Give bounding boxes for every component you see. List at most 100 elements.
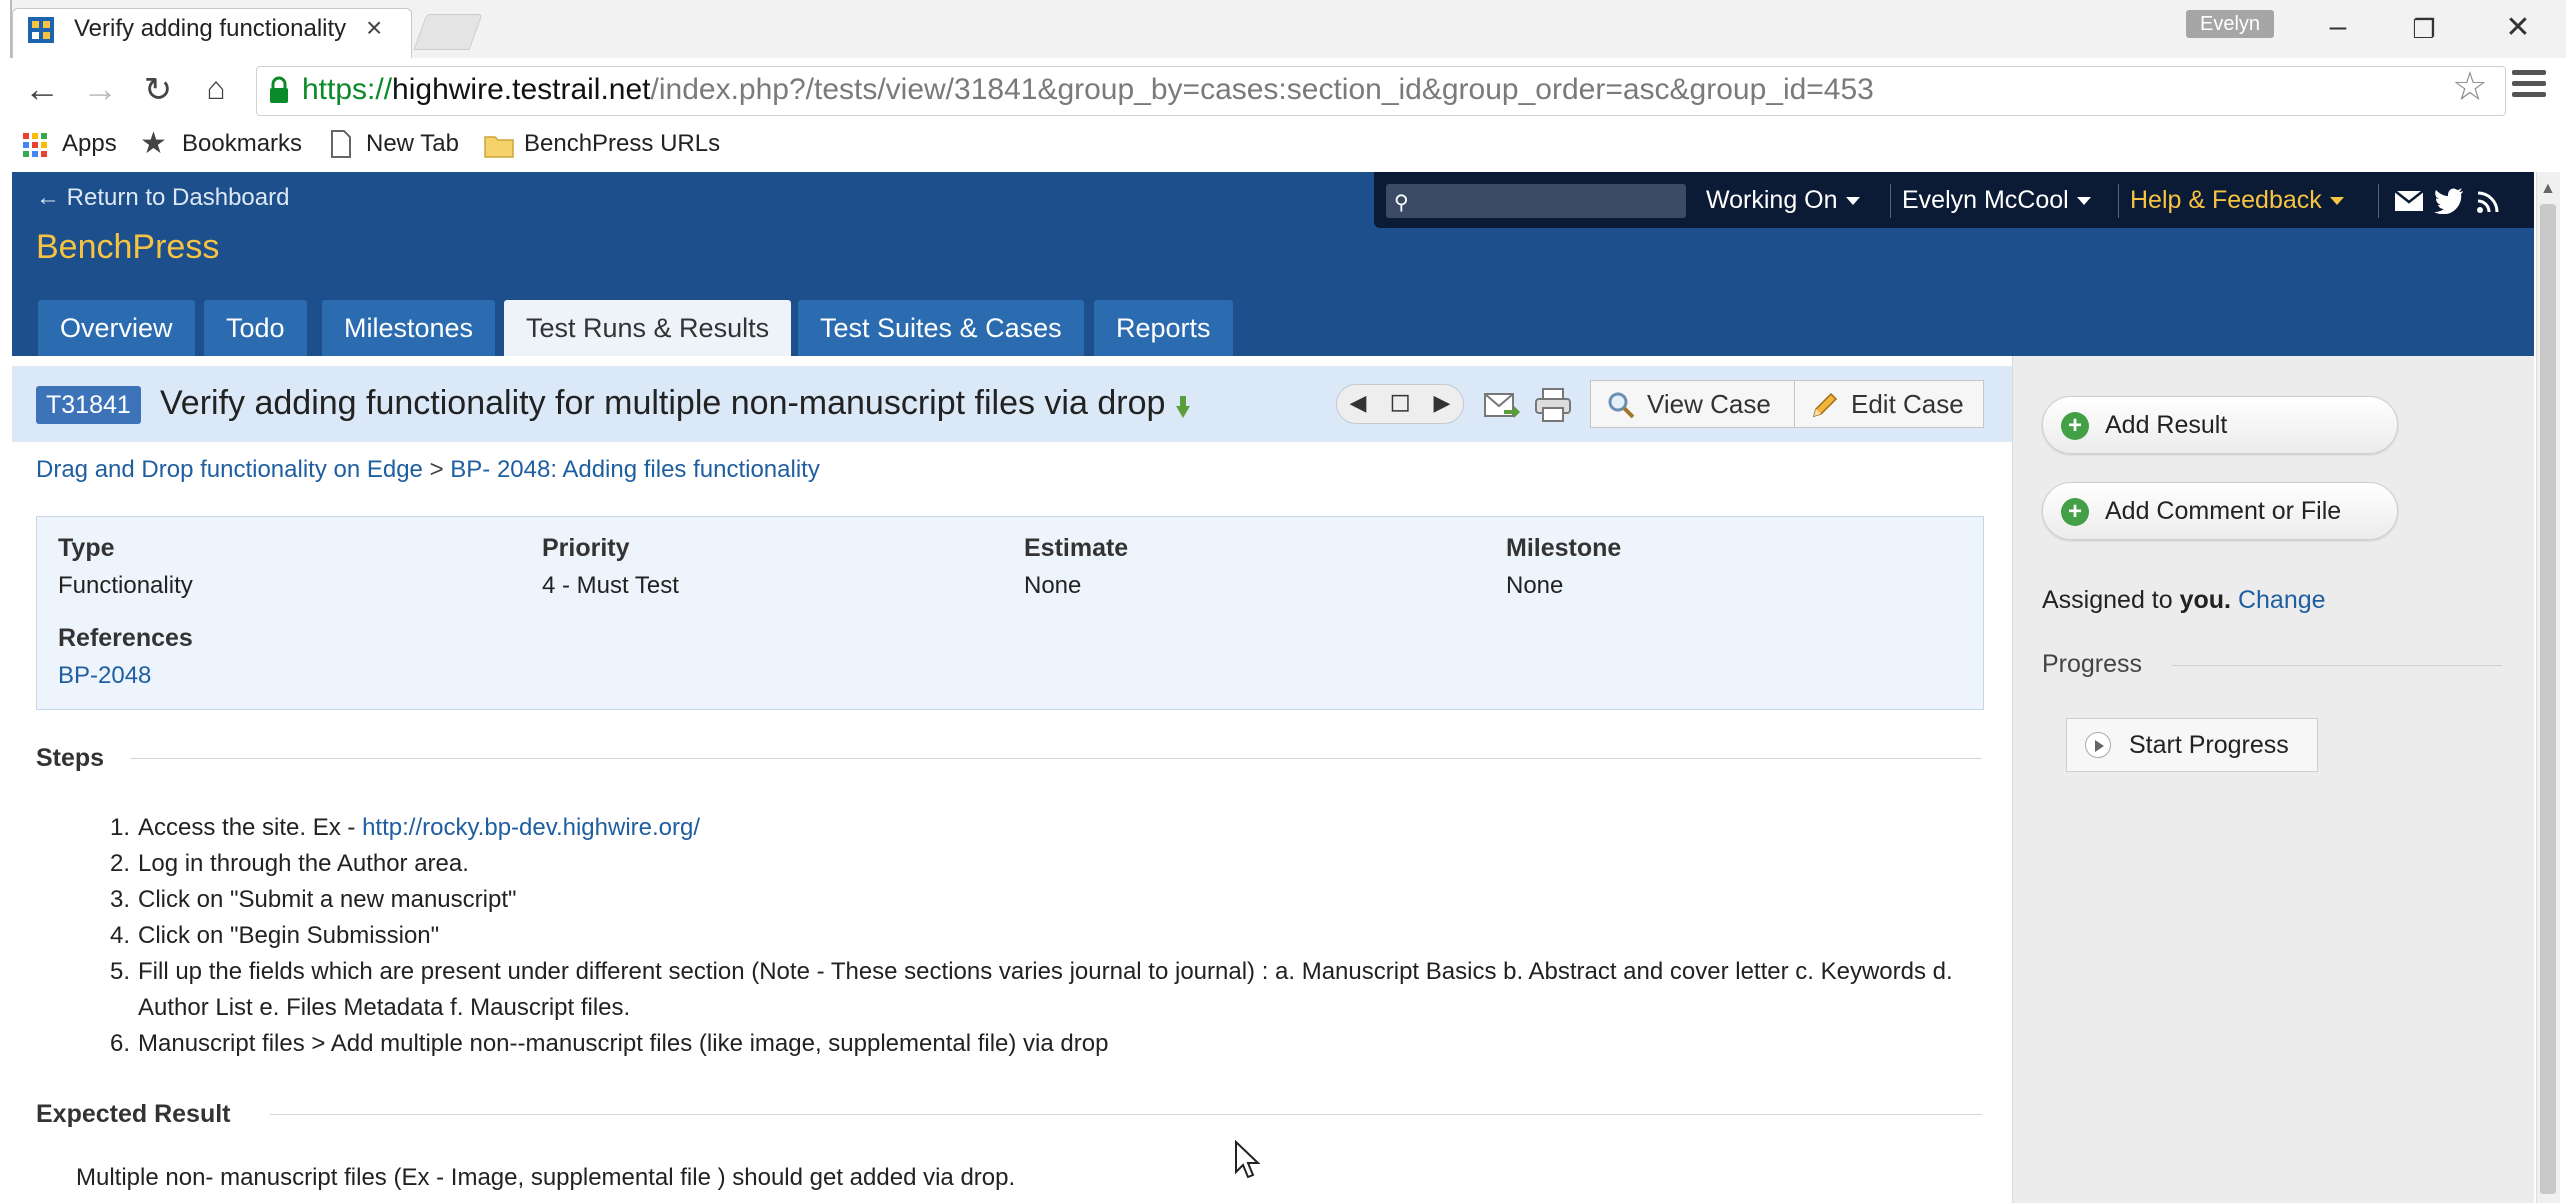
url-host: highwire.testrail.net — [392, 73, 651, 106]
return-to-dashboard-link[interactable]: ← Return to Dashboard — [36, 184, 289, 212]
browser-menu-icon[interactable] — [2512, 70, 2546, 106]
add-result-label: Add Result — [2105, 411, 2228, 439]
section-divider — [130, 758, 1982, 759]
test-list-icon[interactable]: ◻ — [1382, 386, 1418, 417]
forward-icon[interactable]: → — [78, 68, 122, 110]
add-comment-label: Add Comment or File — [2105, 497, 2342, 525]
assignment-status: Assigned to you. Change — [2042, 586, 2326, 615]
page-title: Verify adding functionality for multiple… — [160, 384, 1166, 422]
search-icon: ⚲ — [1394, 192, 1409, 214]
chevron-down-icon — [2329, 197, 2344, 206]
print-icon[interactable] — [1534, 388, 1572, 422]
rss-icon[interactable] — [2476, 190, 2500, 214]
step-item: 2. Log in through the Author area. — [96, 846, 1976, 882]
bookmark-new-tab[interactable]: New Tab — [366, 130, 459, 158]
step-text: Click on "Submit a new manuscript" — [138, 886, 517, 913]
section-divider — [2172, 665, 2502, 666]
bookmark-star-icon[interactable]: ☆ — [2452, 64, 2488, 110]
expected-result-heading: Expected Result — [36, 1100, 231, 1128]
tab-todo[interactable]: Todo — [204, 300, 307, 356]
milestone-label: Milestone — [1506, 534, 1622, 562]
tab-overview[interactable]: Overview — [38, 300, 195, 356]
type-label: Type — [58, 534, 115, 562]
breadcrumb-subsection-link[interactable]: BP- 2048: Adding files functionality — [450, 456, 820, 483]
search-input[interactable] — [1386, 184, 1686, 218]
arrow-down-icon — [1176, 396, 1190, 418]
assigned-you: you. — [2179, 586, 2231, 614]
edit-case-label: Edit Case — [1851, 389, 1964, 419]
tab-milestones[interactable]: Milestones — [322, 300, 496, 356]
help-feedback-menu[interactable]: Help & Feedback — [2130, 186, 2344, 215]
project-name[interactable]: BenchPress — [36, 228, 219, 267]
back-icon[interactable]: ← — [20, 68, 64, 110]
url-text[interactable]: https://highwire.testrail.net/index.php?… — [302, 73, 1874, 107]
step-number: 3. — [109, 886, 130, 913]
change-assignee-link[interactable]: Change — [2238, 586, 2326, 614]
play-icon — [2085, 732, 2111, 758]
bookmark-benchpress-urls[interactable]: BenchPress URLs — [524, 130, 720, 158]
add-comment-button[interactable]: + Add Comment or File — [2042, 482, 2398, 540]
step-number: 4. — [109, 922, 130, 949]
steps-list: 1. Access the site. Ex - http://rocky.bp-… — [96, 810, 1976, 1062]
assigned-prefix: Assigned to — [2042, 586, 2180, 614]
section-divider — [270, 1114, 1982, 1115]
add-result-button[interactable]: + Add Result — [2042, 396, 2398, 454]
step-link[interactable]: http://rocky.bp-dev.highwire.org/ — [362, 814, 700, 841]
step-item: 5. Fill up the fields which are present u… — [96, 954, 1976, 1026]
tab-test-runs-results[interactable]: Test Runs & Results — [504, 300, 792, 356]
mouse-cursor-icon — [1235, 1140, 1260, 1179]
reference-link[interactable]: BP-2048 — [58, 662, 151, 690]
steps-heading: Steps — [36, 744, 105, 772]
scrollbar-thumb[interactable] — [2540, 204, 2556, 1194]
breadcrumb-section-link[interactable]: Drag and Drop functionality on Edge — [36, 456, 423, 483]
test-id-badge: T31841 — [36, 386, 141, 424]
close-tab-icon[interactable]: × — [366, 12, 382, 44]
edit-case-button[interactable]: Edit Case — [1794, 380, 1984, 428]
magnifier-icon — [1608, 392, 1635, 419]
close-window-icon[interactable]: ✕ — [2498, 10, 2538, 45]
user-menu[interactable]: Evelyn McCool — [1902, 186, 2091, 215]
plus-circle-icon: + — [2061, 412, 2089, 440]
reload-icon[interactable]: ↻ — [136, 70, 180, 110]
test-fields-box — [36, 516, 1984, 710]
view-case-button[interactable]: View Case — [1590, 380, 1796, 428]
twitter-icon[interactable] — [2434, 188, 2464, 214]
email-notify-icon[interactable] — [1484, 390, 1520, 420]
bookmark-bookmarks[interactable]: Bookmarks — [182, 130, 302, 158]
next-test-icon[interactable]: ▶ — [1424, 390, 1460, 416]
restore-icon[interactable]: ❐ — [2404, 14, 2444, 45]
references-label: References — [58, 624, 193, 652]
url-scheme: https:// — [302, 73, 393, 106]
nav-divider — [2378, 184, 2379, 218]
breadcrumb-separator: > — [429, 456, 444, 483]
home-icon[interactable]: ⌂ — [194, 70, 238, 107]
tab-reports[interactable]: Reports — [1094, 300, 1233, 356]
step-number: 1. — [109, 814, 130, 841]
mail-icon[interactable] — [2394, 190, 2424, 212]
priority-label: Priority — [542, 534, 630, 562]
page: Verify adding functionality × Evelyn – ❐… — [0, 0, 2566, 1203]
scroll-up-icon[interactable]: ▲ — [2540, 180, 2556, 198]
chevron-down-icon — [2076, 197, 2091, 206]
browser-tab-title: Verify adding functionality — [74, 15, 347, 42]
tab-test-suites-cases[interactable]: Test Suites & Cases — [798, 300, 1084, 356]
working-on-label: Working On — [1706, 186, 1838, 214]
apps-grid-icon[interactable] — [22, 132, 48, 158]
profile-badge[interactable]: Evelyn — [2186, 10, 2274, 38]
plus-circle-icon: + — [2061, 498, 2089, 526]
estimate-value: None — [1024, 572, 1082, 599]
step-text: Manuscript files > Add multiple non--man… — [138, 1030, 1109, 1057]
start-progress-button[interactable]: Start Progress — [2066, 718, 2318, 772]
view-case-label: View Case — [1647, 389, 1771, 419]
step-text: Click on "Begin Submission" — [138, 922, 440, 949]
progress-heading: Progress — [2042, 650, 2143, 678]
expected-result-text: Multiple non- manuscript files (Ex - Ima… — [76, 1164, 1016, 1191]
minimize-icon[interactable]: – — [2318, 10, 2358, 44]
working-on-menu[interactable]: Working On — [1706, 186, 1860, 215]
help-feedback-label: Help & Feedback — [2130, 186, 2322, 214]
bookmark-apps[interactable]: Apps — [62, 130, 117, 158]
nav-divider — [2118, 184, 2119, 218]
breadcrumb: Drag and Drop functionality on Edge > BP… — [36, 456, 820, 484]
previous-test-icon[interactable]: ◀ — [1340, 390, 1376, 416]
step-text: Log in through the Author area. — [138, 850, 469, 877]
